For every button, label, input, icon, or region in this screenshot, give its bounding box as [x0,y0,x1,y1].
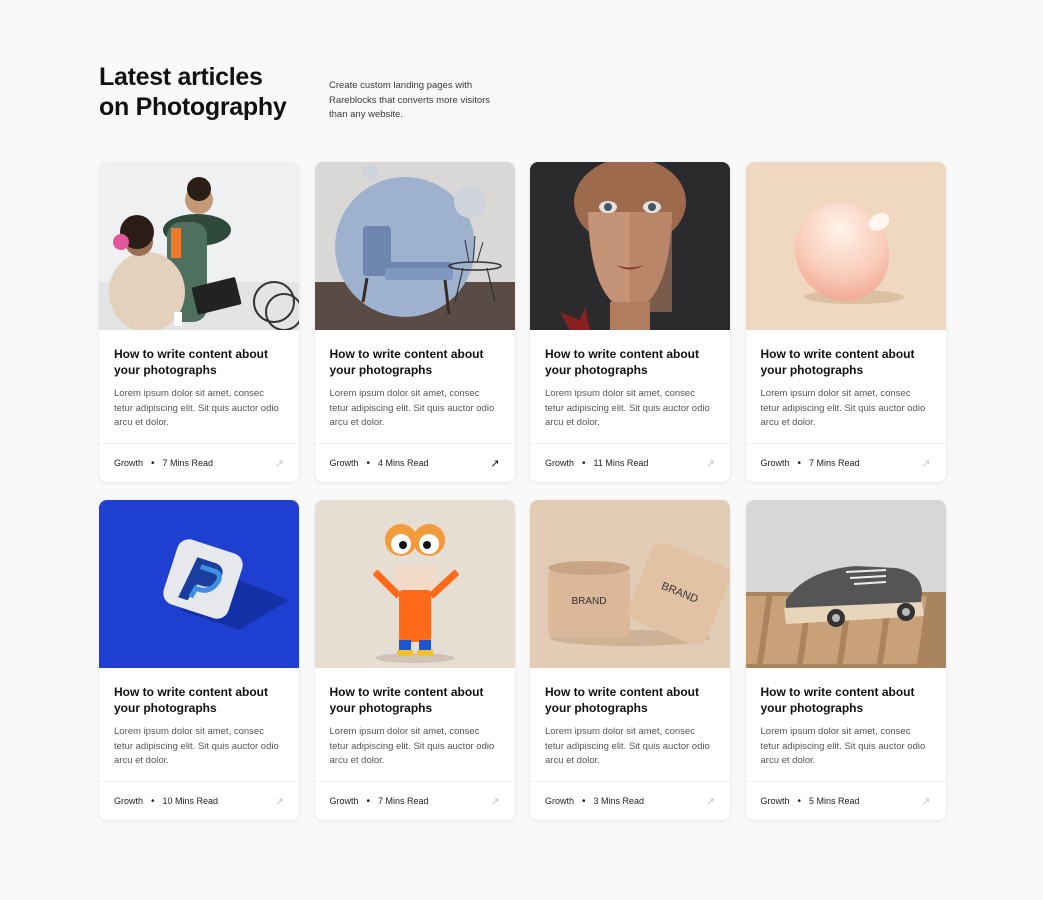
article-excerpt: Lorem ipsum dolor sit amet, consec tetur… [114,726,279,766]
article-read-time: 4 Mins Read [378,458,429,468]
separator-dot: • [366,795,371,807]
article-image [314,162,515,330]
article-body: How to write content about your photogra… [530,330,730,443]
article-image [99,162,299,330]
article-footer: Growth • 7 Mins Read ↗ [314,781,515,820]
article-category[interactable]: Growth [761,796,790,806]
section-header: Latest articles on Photography Create cu… [99,62,490,122]
article-footer: Growth • 11 Mins Read ↗ [530,443,730,482]
article-read-time: 3 Mins Read [593,796,645,806]
article-excerpt: Lorem ipsum dolor sit amet, consec tetur… [114,388,279,428]
article-footer: Growth • 10 Mins Read ↗ [99,781,299,820]
article-grid: How to write content about your photogra… [99,162,946,820]
pink-egg-vase-image [745,162,946,330]
article-title[interactable]: How to write content about your photogra… [545,346,715,378]
article-footer: Growth • 7 Mins Read ↗ [99,443,299,482]
separator-dot: • [582,457,586,469]
article-category[interactable]: Growth [330,458,359,468]
article-category[interactable]: Growth [545,458,574,468]
article-card[interactable]: How to write content about your photogra… [314,500,515,820]
article-title[interactable]: How to write content about your photogra… [330,346,500,378]
article-read-time: 7 Mins Read [162,458,214,468]
article-card[interactable]: How to write content about your photogra… [99,500,299,820]
brand-jars-image: BRAND BRAND [530,500,730,668]
article-image [745,162,946,330]
orange-character-image [314,500,515,668]
arrow-up-right-icon[interactable]: ↗ [921,457,930,470]
separator-dot: • [797,457,802,469]
article-excerpt: Lorem ipsum dolor sit amet, consec tetur… [545,388,710,428]
article-category[interactable]: Growth [545,796,574,806]
article-footer: Growth • 3 Mins Read ↗ [530,781,730,820]
article-read-time: 5 Mins Read [809,796,860,806]
article-footer: Growth • 4 Mins Read ↗ [314,443,515,482]
sneaker-car-image [745,500,946,668]
article-excerpt: Lorem ipsum dolor sit amet, consec tetur… [545,726,710,766]
article-title[interactable]: How to write content about your photogra… [114,346,284,378]
article-read-time: 7 Mins Read [378,796,429,806]
separator-dot: • [366,457,371,469]
article-card[interactable]: BRAND BRAND How to write content about y… [530,500,730,820]
article-body: How to write content about your photogra… [530,668,730,781]
arrow-up-right-icon[interactable]: ↗ [275,457,284,470]
arrow-up-right-icon[interactable]: ↗ [275,795,284,808]
article-image [99,500,299,668]
article-excerpt: Lorem ipsum dolor sit amet, consec tetur… [329,726,495,766]
article-category[interactable]: Growth [114,796,143,806]
article-card[interactable]: How to write content about your photogra… [745,162,946,482]
arrow-up-right-icon[interactable]: ↗ [706,795,715,808]
arrow-up-right-icon[interactable]: ↗ [706,457,715,470]
3d-face-image [530,162,730,330]
article-footer: Growth • 7 Mins Read ↗ [745,443,946,482]
section-title: Latest articles on Photography [99,62,329,122]
separator-dot: • [151,795,155,807]
article-category[interactable]: Growth [761,458,790,468]
arrow-up-right-icon[interactable]: ↗ [921,795,930,808]
section-title-line1: Latest articles [99,63,263,91]
article-excerpt: Lorem ipsum dolor sit amet, consec tetur… [329,388,495,428]
article-card[interactable]: How to write content about your photogra… [314,162,515,482]
section-description: Create custom landing pages with Rareblo… [329,80,491,120]
article-title[interactable]: How to write content about your photogra… [114,684,284,716]
article-title[interactable]: How to write content about your photogra… [330,684,500,716]
separator-dot: • [582,795,586,807]
article-card[interactable]: How to write content about your photogra… [745,500,946,820]
article-read-time: 11 Mins Read [593,458,649,468]
article-category[interactable]: Growth [330,796,359,806]
separator-dot: • [797,795,802,807]
paypal-3d-icon-image [99,500,299,668]
arrow-up-right-icon[interactable]: ↗ [490,457,499,470]
article-image: BRAND BRAND [530,500,730,668]
article-card[interactable]: How to write content about your photogra… [530,162,730,482]
section-title-line2: on Photography [99,93,287,121]
arrow-up-right-icon[interactable]: ↗ [490,795,499,808]
article-footer: Growth • 5 Mins Read ↗ [745,781,946,820]
article-excerpt: Lorem ipsum dolor sit amet, consec tetur… [760,388,926,428]
article-body: How to write content about your photogra… [99,668,299,781]
article-body: How to write content about your photogra… [746,668,946,781]
article-read-time: 10 Mins Read [162,796,219,806]
article-category[interactable]: Growth [114,458,143,468]
jar-brand-label: BRAND [571,596,606,607]
article-card[interactable]: How to write content about your photogra… [99,162,299,482]
article-body: How to write content about your photogra… [746,330,946,443]
separator-dot: • [151,457,155,469]
article-body: How to write content about your photogra… [315,330,515,443]
article-read-time: 7 Mins Read [809,458,860,468]
article-image [530,162,730,330]
article-image [745,500,946,668]
people-with-laptop-image [99,162,299,330]
article-title[interactable]: How to write content about your photogra… [761,346,931,378]
article-excerpt: Lorem ipsum dolor sit amet, consec tetur… [760,726,926,766]
article-body: How to write content about your photogra… [315,668,515,781]
article-body: How to write content about your photogra… [99,330,299,443]
article-title[interactable]: How to write content about your photogra… [545,684,715,716]
article-image [314,500,515,668]
article-title[interactable]: How to write content about your photogra… [761,684,931,716]
blue-armchair-image [314,162,515,330]
